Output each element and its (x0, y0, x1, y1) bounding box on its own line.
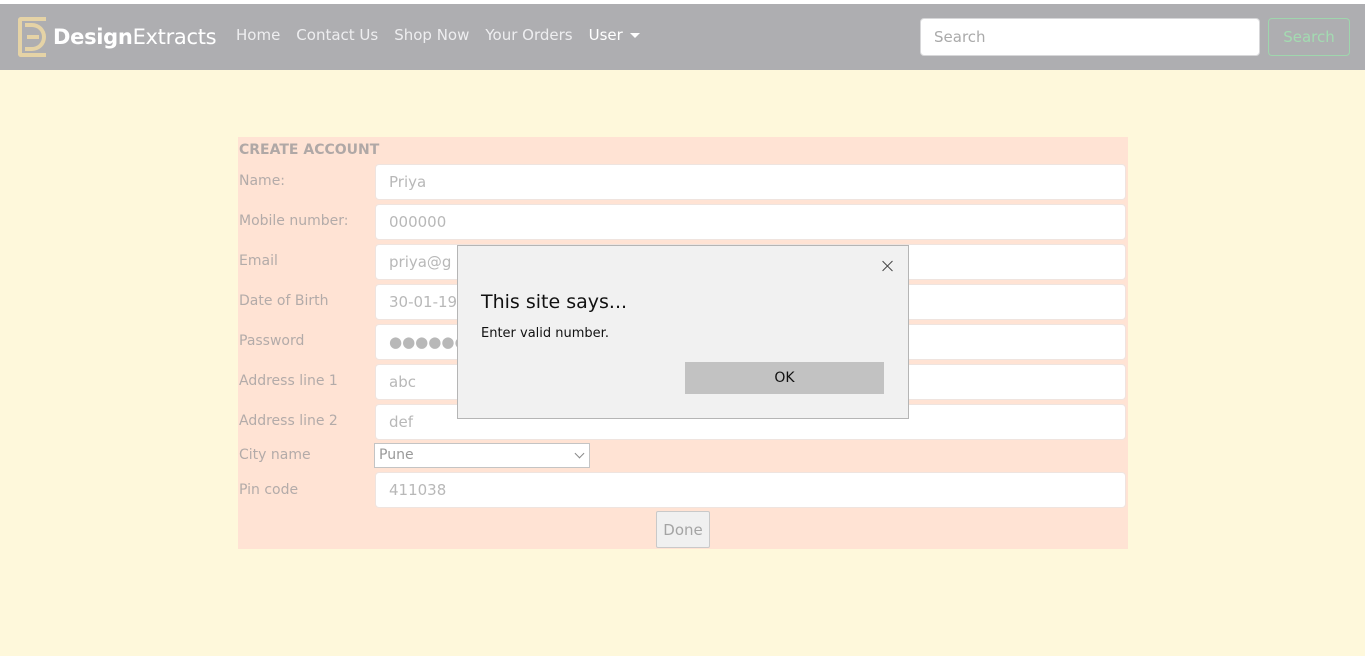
mobile-number-field[interactable]: 000000 (375, 204, 1126, 240)
brand-name-part2: Extracts (132, 25, 217, 49)
brand-name: DesignExtracts (53, 25, 217, 49)
address-line-2-label: Address line 2 (239, 413, 338, 429)
caret-down-icon (629, 33, 640, 38)
email-label: Email (239, 253, 278, 269)
navbar: DesignExtracts Home Contact Us Shop Now … (0, 4, 1365, 70)
password-label: Password (239, 333, 305, 349)
close-icon[interactable] (881, 259, 895, 273)
done-button[interactable]: Done (656, 511, 710, 548)
search-button[interactable]: Search (1268, 18, 1350, 56)
search-input[interactable] (920, 18, 1260, 56)
ok-button[interactable]: OK (685, 362, 884, 394)
nav-link-home[interactable]: Home (236, 26, 280, 44)
city-name-label: City name (239, 447, 311, 463)
name-label: Name: (239, 173, 286, 189)
name-field[interactable]: Priya (375, 164, 1126, 200)
city-select[interactable]: Pune (374, 443, 590, 468)
dialog-title: This site says... (481, 291, 628, 313)
logo-icon (18, 17, 46, 57)
nav-link-contact-us[interactable]: Contact Us (296, 26, 378, 44)
mobile-number-label: Mobile number: (239, 213, 349, 229)
brand-logo[interactable]: DesignExtracts (18, 16, 217, 58)
user-dropdown-label: User (588, 26, 623, 44)
alert-dialog: This site says... Enter valid number. OK (457, 245, 909, 419)
brand-name-part1: Design (53, 25, 133, 49)
pin-code-field[interactable]: 411038 (375, 472, 1126, 508)
nav-links: Home Contact Us Shop Now Your Orders Use… (236, 26, 656, 44)
form-title: CREATE ACCOUNT (239, 142, 380, 158)
chevron-down-icon (574, 448, 585, 459)
dialog-message: Enter valid number. (481, 326, 609, 341)
city-select-value: Pune (379, 447, 414, 463)
address-line-1-label: Address line 1 (239, 373, 338, 389)
nav-link-your-orders[interactable]: Your Orders (485, 26, 572, 44)
pin-code-label: Pin code (239, 482, 299, 498)
nav-link-shop-now[interactable]: Shop Now (394, 26, 469, 44)
date-of-birth-label: Date of Birth (239, 293, 329, 309)
user-dropdown[interactable]: User (589, 26, 640, 44)
